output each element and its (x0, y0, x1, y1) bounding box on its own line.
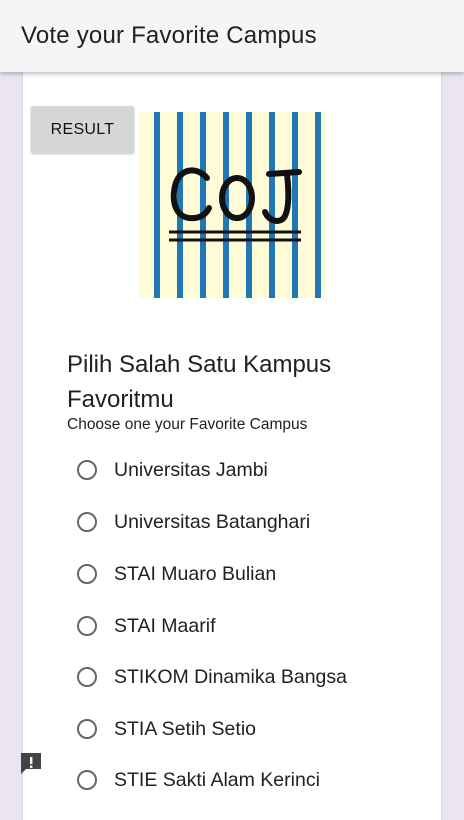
question-title: Pilih Salah Satu Kampus Favoritmu (67, 351, 332, 413)
radio-option-label: Universitas Batanghari (114, 510, 311, 533)
radio-button[interactable] (77, 564, 97, 584)
question-subtitle: Choose one your Favorite Campus (67, 416, 308, 433)
radio-option-label: STIE Sakti Alam Kerinci (114, 768, 320, 791)
radio-button[interactable] (77, 616, 97, 636)
radio-option[interactable]: Universitas Jambi (77, 455, 268, 485)
app-bar: Vote your Favorite Campus (0, 0, 464, 72)
radio-button[interactable] (77, 512, 97, 532)
result-button[interactable]: RESULT (31, 106, 134, 153)
campus-logo-image (139, 112, 325, 298)
radio-button[interactable] (77, 719, 97, 739)
radio-button[interactable] (77, 667, 97, 687)
radio-option[interactable]: STAI Maarif (77, 611, 216, 641)
radio-option-label: STAI Maarif (114, 614, 216, 637)
radio-option-label: STIA Setih Setio (114, 717, 256, 740)
radio-option[interactable]: Universitas Batanghari (77, 507, 310, 537)
radio-option[interactable]: STIE Sakti Alam Kerinci (77, 765, 320, 795)
radio-button[interactable] (77, 770, 97, 790)
radio-option[interactable]: STIA Setih Setio (77, 714, 256, 744)
radio-option-label: STAI Muaro Bulian (114, 562, 277, 585)
radio-option[interactable]: STAI Muaro Bulian (77, 559, 276, 589)
radio-option[interactable]: STIKOM Dinamika Bangsa (77, 662, 347, 692)
app-title: Vote your Favorite Campus (21, 22, 317, 49)
radio-option-label: Universitas Jambi (114, 458, 268, 481)
radio-button[interactable] (77, 460, 97, 480)
feedback-icon[interactable] (18, 750, 44, 776)
radio-option-label: STIKOM Dinamika Bangsa (114, 665, 348, 688)
